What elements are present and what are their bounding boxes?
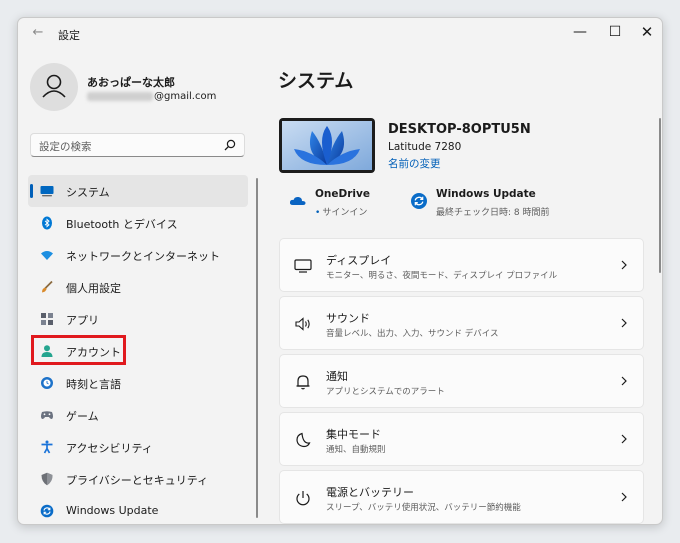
user-profile[interactable]: あおっぱーな太郎 @gmail.com — [30, 63, 260, 115]
speaker-icon — [295, 317, 310, 331]
sidebar-item-label: ゲーム — [66, 410, 99, 423]
sidebar-item-accessibility[interactable]: アクセシビリティ — [28, 431, 248, 463]
search-input[interactable]: 設定の検索 — [30, 133, 245, 157]
annotation-highlight-box — [31, 335, 126, 365]
monitor-icon — [294, 259, 312, 273]
settings-window: ← 設定 — ☐ ✕ あおっぱーな太郎 @gmail.com 設定の検索 システ… — [17, 17, 663, 525]
maximize-button[interactable]: ☐ — [598, 18, 632, 48]
card-title: サウンド — [326, 312, 370, 325]
onedrive-status-text: • サインイン — [315, 208, 368, 218]
status-dot: • — [315, 208, 321, 218]
focus-assist-settings-card[interactable]: 集中モード 通知、自動規則 — [279, 412, 644, 466]
device-thumbnail — [279, 118, 375, 173]
card-description: アプリとシステムでのアラート — [326, 387, 445, 397]
sidebar-item-label: システム — [66, 186, 110, 199]
onedrive-title: OneDrive — [315, 188, 370, 200]
sidebar-item-label: 時刻と言語 — [66, 378, 121, 391]
sidebar-item-label: プライバシーとセキュリティ — [66, 474, 209, 487]
main-scrollbar[interactable] — [659, 118, 661, 273]
windows-update-title: Windows Update — [436, 188, 536, 200]
device-model: Latitude 7280 — [388, 141, 462, 153]
sidebar-item-label: Bluetooth とデバイス — [66, 218, 178, 231]
chevron-right-icon — [621, 434, 627, 444]
card-description: スリープ、バッテリ使用状況、バッテリー節約機能 — [326, 503, 521, 513]
display-settings-card[interactable]: ディスプレイ モニター、明るさ、夜間モード、ディスプレイ プロファイル — [279, 238, 644, 292]
gamepad-icon — [41, 411, 53, 419]
chevron-right-icon — [621, 260, 627, 270]
power-battery-settings-card[interactable]: 電源とバッテリー スリープ、バッテリ使用状況、バッテリー節約機能 — [279, 470, 644, 524]
sidebar-item-apps[interactable]: アプリ — [28, 303, 248, 335]
windows-update-icon — [411, 193, 427, 209]
title-bar: ← 設定 — ☐ ✕ — [18, 18, 662, 48]
sidebar-item-label: アクセシビリティ — [66, 442, 153, 455]
user-name: あおっぱーな太郎 — [87, 76, 175, 89]
card-title: ディスプレイ — [326, 254, 392, 267]
onedrive-status[interactable]: OneDrive • サインイン — [289, 188, 399, 218]
back-button[interactable]: ← — [28, 24, 48, 42]
sidebar-item-bluetooth[interactable]: Bluetooth とデバイス — [28, 207, 248, 239]
wallpaper-bloom-image — [282, 121, 372, 170]
sidebar-item-label: アプリ — [66, 314, 99, 327]
sidebar-item-gaming[interactable]: ゲーム — [28, 399, 248, 431]
rename-link[interactable]: 名前の変更 — [388, 156, 441, 171]
search-icon — [224, 139, 236, 151]
sidebar-item-privacy-security[interactable]: プライバシーとセキュリティ — [28, 463, 248, 495]
power-icon — [296, 491, 310, 506]
paintbrush-icon — [42, 280, 53, 293]
windows-update-icon — [40, 504, 54, 518]
display-icon — [40, 186, 54, 197]
sidebar-item-personalization[interactable]: 個人用設定 — [28, 271, 248, 303]
sidebar-scrollbar[interactable] — [256, 178, 258, 518]
sidebar-item-time-language[interactable]: 時刻と言語 — [28, 367, 248, 399]
wifi-icon — [41, 251, 53, 260]
card-description: 通知、自動規則 — [326, 445, 386, 455]
moon-icon — [296, 432, 311, 448]
sidebar-item-label: Windows Update — [66, 504, 159, 517]
user-email: @gmail.com — [87, 91, 216, 102]
sidebar-item-label: 個人用設定 — [66, 282, 121, 295]
close-button[interactable]: ✕ — [630, 18, 662, 48]
notifications-settings-card[interactable]: 通知 アプリとシステムでのアラート — [279, 354, 644, 408]
chevron-right-icon — [621, 492, 627, 502]
apps-icon — [41, 313, 53, 325]
bluetooth-icon — [42, 216, 52, 230]
sound-settings-card[interactable]: サウンド 音量レベル、出力、入力、サウンド デバイス — [279, 296, 644, 350]
card-title: 通知 — [326, 370, 348, 383]
app-title: 設定 — [58, 29, 80, 42]
redacted-email-part — [87, 91, 153, 101]
user-icon — [42, 74, 66, 98]
card-title: 集中モード — [326, 428, 381, 441]
onedrive-cloud-icon — [289, 196, 306, 205]
sidebar-item-windows-update[interactable]: Windows Update — [28, 495, 248, 524]
sidebar-item-network[interactable]: ネットワークとインターネット — [28, 239, 248, 271]
bell-icon — [296, 375, 310, 390]
clock-globe-icon — [41, 377, 53, 389]
selection-indicator — [30, 184, 33, 198]
avatar — [30, 63, 78, 111]
search-placeholder: 設定の検索 — [39, 141, 92, 153]
card-title: 電源とバッテリー — [326, 486, 414, 499]
page-title: システム — [278, 70, 354, 92]
windows-update-last-checked: 最終チェック日時: 8 時間前 — [436, 208, 550, 218]
chevron-right-icon — [621, 318, 627, 328]
windows-update-status[interactable]: Windows Update 最終チェック日時: 8 時間前 — [410, 188, 585, 218]
minimize-button[interactable]: — — [563, 18, 597, 48]
chevron-right-icon — [621, 376, 627, 386]
card-description: モニター、明るさ、夜間モード、ディスプレイ プロファイル — [326, 271, 558, 281]
sidebar-item-label: ネットワークとインターネット — [66, 250, 220, 263]
device-name: DESKTOP-8OPTU5N — [388, 122, 531, 137]
shield-icon — [41, 472, 53, 486]
accessibility-icon — [41, 440, 53, 454]
sidebar-item-system[interactable]: システム — [28, 175, 248, 207]
card-description: 音量レベル、出力、入力、サウンド デバイス — [326, 329, 499, 339]
